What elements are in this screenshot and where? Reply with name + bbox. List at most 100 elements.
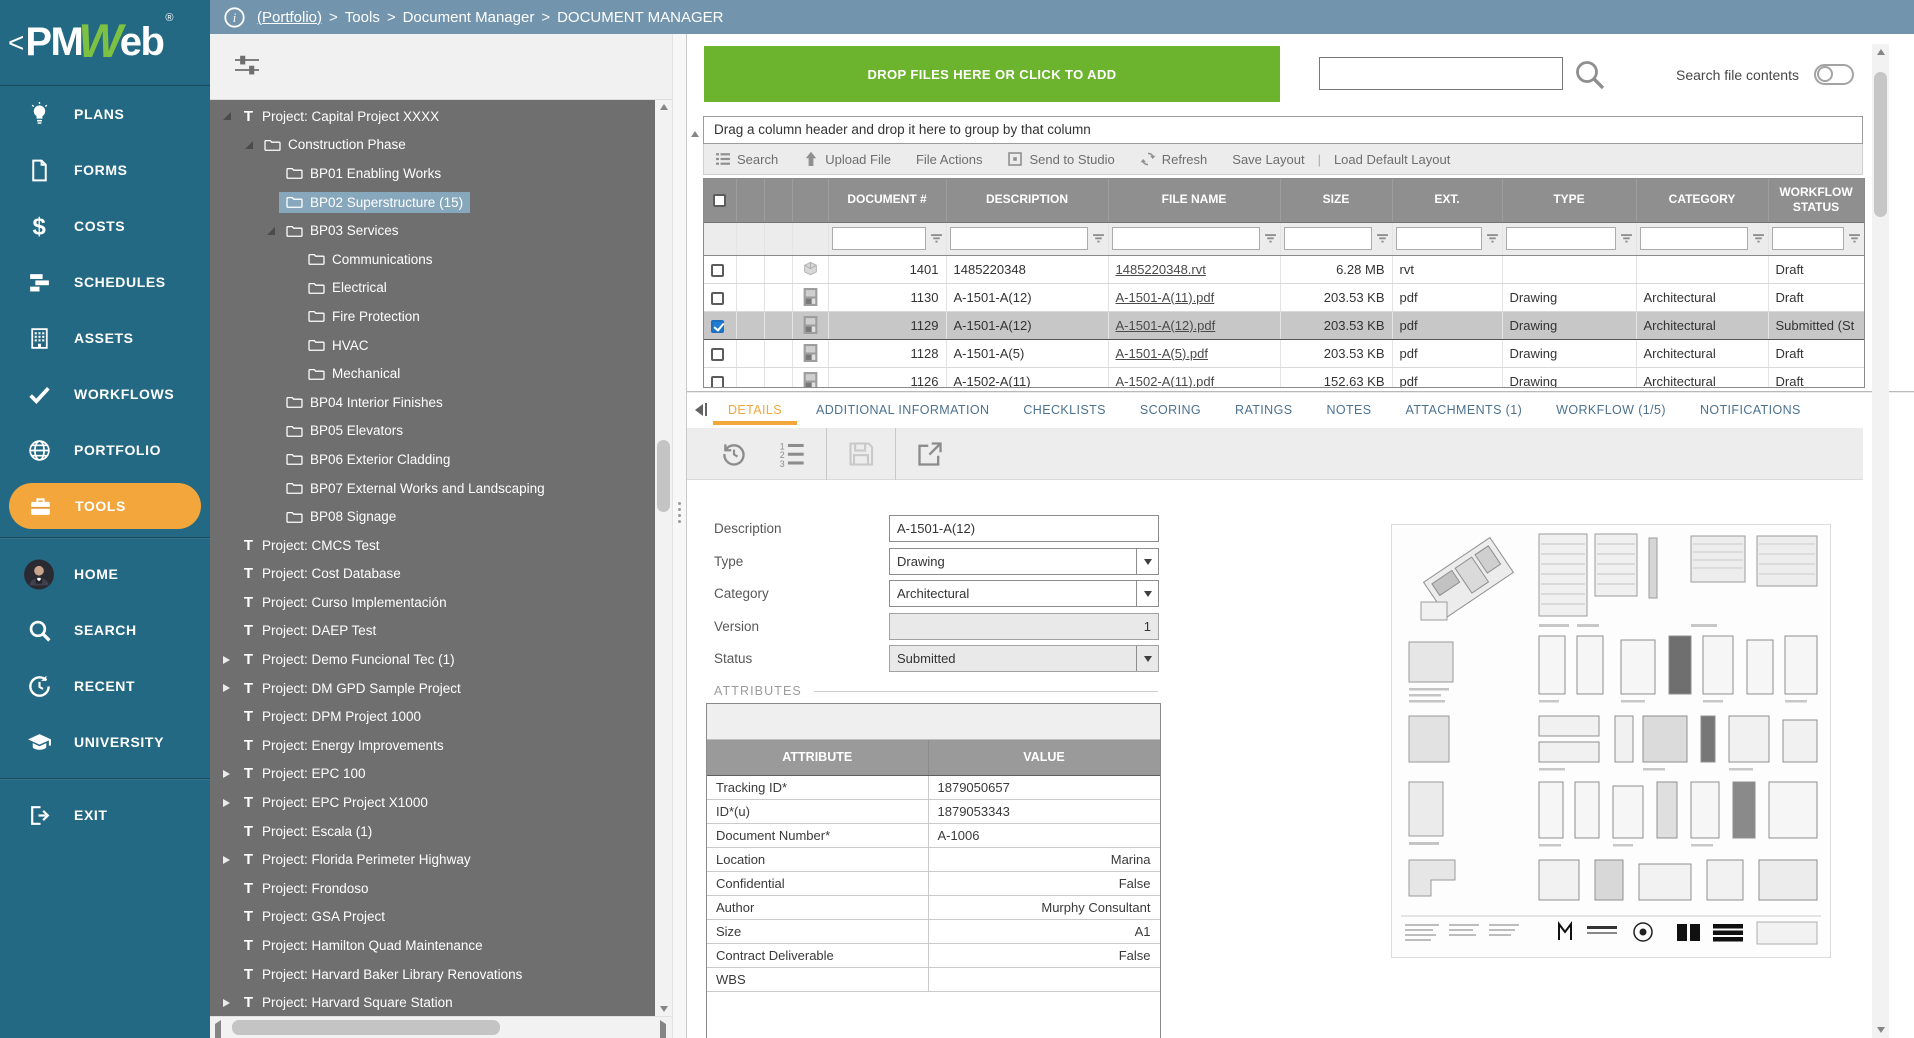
file-name-link[interactable]: A-1501-A(12).pdf bbox=[1116, 318, 1216, 333]
attribute-value[interactable]: Murphy Consultant bbox=[928, 895, 1160, 919]
tree-item-project-cmcs-test[interactable]: TProject: CMCS Test bbox=[210, 531, 655, 560]
toolbar-button-refresh[interactable]: Refresh bbox=[1140, 151, 1208, 167]
tree-item-project-epc-100[interactable]: TProject: EPC 100 bbox=[210, 760, 655, 789]
tab-ratings[interactable]: RATINGS bbox=[1218, 394, 1309, 425]
attribute-value[interactable]: A-1006 bbox=[928, 823, 1160, 847]
document-preview-image[interactable] bbox=[1391, 524, 1831, 958]
scroll-right-icon[interactable] bbox=[660, 1024, 666, 1038]
scroll-down-icon[interactable] bbox=[1872, 1027, 1889, 1033]
drop-files-button[interactable]: DROP FILES HERE OR CLICK TO ADD bbox=[704, 46, 1280, 102]
filter-input-type[interactable] bbox=[1506, 227, 1616, 250]
filter-input-ext[interactable] bbox=[1396, 227, 1482, 250]
file-name-link[interactable]: A-1502-A(11).pdf bbox=[1116, 374, 1215, 389]
tree-item-construction-phase[interactable]: Construction Phase bbox=[210, 131, 655, 160]
tree-vertical-scrollbar[interactable] bbox=[655, 100, 672, 1016]
filter-input-workflow-status[interactable] bbox=[1772, 227, 1844, 250]
tree-item-project-florida-perimeter-highway[interactable]: TProject: Florida Perimeter Highway bbox=[210, 845, 655, 874]
sidebar-item-plans[interactable]: PLANS bbox=[0, 86, 210, 142]
sidebar-item-home[interactable]: HOME bbox=[0, 546, 210, 602]
tree-item-mechanical[interactable]: Mechanical bbox=[210, 359, 655, 388]
search-contents-toggle[interactable] bbox=[1814, 64, 1854, 85]
tree-hscroll-thumb[interactable] bbox=[232, 1020, 500, 1035]
row-checkbox[interactable] bbox=[711, 320, 724, 333]
tree-item-project-demo-funcional-tec-1[interactable]: TProject: Demo Funcional Tec (1) bbox=[210, 645, 655, 674]
attribute-value[interactable]: A1 bbox=[928, 919, 1160, 943]
tab-attachments-1[interactable]: ATTACHMENTS (1) bbox=[1389, 394, 1540, 425]
pmweb-logo[interactable]: <PMWeb® bbox=[0, 0, 210, 86]
sidebar-item-university[interactable]: UNIVERSITY bbox=[0, 714, 210, 770]
select-all-checkbox[interactable] bbox=[713, 194, 726, 207]
expanded-arrow-icon[interactable] bbox=[218, 112, 235, 120]
breadcrumb-item-document-manager[interactable]: DOCUMENT MANAGER bbox=[557, 9, 723, 26]
tree-item-project-hamilton-quad-maintenance[interactable]: TProject: Hamilton Quad Maintenance bbox=[210, 931, 655, 960]
main-vscroll-thumb[interactable] bbox=[1874, 72, 1887, 217]
sidebar-collapse-chevron[interactable]: < bbox=[8, 27, 24, 59]
row-checkbox[interactable] bbox=[711, 376, 724, 388]
expanded-arrow-icon[interactable] bbox=[262, 227, 279, 235]
tree-item-project-dm-gpd-sample-project[interactable]: TProject: DM GPD Sample Project bbox=[210, 674, 655, 703]
column-header-description[interactable]: DESCRIPTION bbox=[946, 179, 1108, 222]
tree-item-project-escala-1[interactable]: TProject: Escala (1) bbox=[210, 817, 655, 846]
row-checkbox[interactable] bbox=[711, 292, 724, 305]
tree-item-fire-protection[interactable]: Fire Protection bbox=[210, 302, 655, 331]
column-header-ext[interactable]: EXT. bbox=[1392, 179, 1502, 222]
tree-item-project-cost-database[interactable]: TProject: Cost Database bbox=[210, 560, 655, 589]
chevron-down-icon[interactable] bbox=[1136, 646, 1158, 671]
tab-additional-information[interactable]: ADDITIONAL INFORMATION bbox=[799, 394, 1006, 425]
filter-input-category[interactable] bbox=[1640, 227, 1748, 250]
tree-item-bp03-services[interactable]: BP03 Services bbox=[210, 216, 655, 245]
scroll-left-icon[interactable] bbox=[215, 1024, 221, 1038]
row-checkbox[interactable] bbox=[711, 348, 724, 361]
tab-workflow-1-5[interactable]: WORKFLOW (1/5) bbox=[1539, 394, 1683, 425]
filter-input-document[interactable] bbox=[832, 227, 926, 250]
file-name-link[interactable]: A-1501-A(5).pdf bbox=[1116, 346, 1209, 361]
tab-scoring[interactable]: SCORING bbox=[1123, 394, 1218, 425]
splitter-handle[interactable] bbox=[678, 502, 681, 523]
tree-item-project-dpm-project-1000[interactable]: TProject: DPM Project 1000 bbox=[210, 702, 655, 731]
scroll-down-icon[interactable] bbox=[655, 1006, 672, 1012]
toolbar-button-upload-file[interactable]: Upload File bbox=[803, 151, 891, 167]
tree-item-bp06-exterior-cladding[interactable]: BP06 Exterior Cladding bbox=[210, 445, 655, 474]
version-history-icon[interactable] bbox=[705, 440, 763, 468]
tree-filter-sliders-icon[interactable] bbox=[232, 50, 262, 80]
tree-item-bp01-enabling-works[interactable]: BP01 Enabling Works bbox=[210, 159, 655, 188]
attribute-value[interactable] bbox=[928, 967, 1160, 991]
document-row-1401[interactable]: 140114852203481485220348.rvt6.28 MBrvtDr… bbox=[704, 255, 1864, 283]
group-by-bar[interactable]: Drag a column header and drop it here to… bbox=[703, 116, 1863, 144]
sidebar-item-tools[interactable]: TOOLS bbox=[9, 483, 201, 529]
column-header-workflow-status[interactable]: WORKFLOW STATUS bbox=[1768, 179, 1864, 222]
scroll-up-icon[interactable] bbox=[1872, 49, 1889, 55]
collapsed-arrow-icon[interactable] bbox=[218, 999, 235, 1007]
toolbar-button-file-actions[interactable]: File Actions bbox=[916, 152, 982, 167]
tree-item-bp05-elevators[interactable]: BP05 Elevators bbox=[210, 417, 655, 446]
column-header-document[interactable]: DOCUMENT # bbox=[828, 179, 946, 222]
tree-item-project-daep-test[interactable]: TProject: DAEP Test bbox=[210, 617, 655, 646]
collapsed-arrow-icon[interactable] bbox=[218, 684, 235, 692]
tree-item-project-gsa-project[interactable]: TProject: GSA Project bbox=[210, 903, 655, 932]
sidebar-item-recent[interactable]: RECENT bbox=[0, 658, 210, 714]
toolbar-button-save-layout[interactable]: Save Layout bbox=[1232, 152, 1304, 167]
collapsed-arrow-icon[interactable] bbox=[218, 656, 235, 664]
chevron-down-icon[interactable] bbox=[1136, 581, 1158, 606]
tree-item-project-frondoso[interactable]: TProject: Frondoso bbox=[210, 874, 655, 903]
column-header-category[interactable]: CATEGORY bbox=[1636, 179, 1768, 222]
sidebar-item-search[interactable]: SEARCH bbox=[0, 602, 210, 658]
tab-notifications[interactable]: NOTIFICATIONS bbox=[1683, 394, 1818, 425]
tab-notes[interactable]: NOTES bbox=[1309, 394, 1388, 425]
grid-scroll-up-icon[interactable] bbox=[691, 114, 699, 132]
tab-checklists[interactable]: CHECKLISTS bbox=[1006, 394, 1123, 425]
column-header-size[interactable]: SIZE bbox=[1280, 179, 1392, 222]
toolbar-button-search[interactable]: Search bbox=[715, 151, 778, 167]
filter-input-description[interactable] bbox=[950, 227, 1088, 250]
tree-item-bp07-external-works-and-landscaping[interactable]: BP07 External Works and Landscaping bbox=[210, 474, 655, 503]
sidebar-item-workflows[interactable]: WORKFLOWS bbox=[0, 366, 210, 422]
tree-item-bp08-signage[interactable]: BP08 Signage bbox=[210, 502, 655, 531]
breadcrumb-item-tools[interactable]: Tools bbox=[345, 9, 380, 26]
collapsed-arrow-icon[interactable] bbox=[218, 770, 235, 778]
tree-item-project-harvard-baker-library-renovations[interactable]: TProject: Harvard Baker Library Renovati… bbox=[210, 960, 655, 989]
column-header-type[interactable]: TYPE bbox=[1502, 179, 1636, 222]
file-name-link[interactable]: A-1501-A(11).pdf bbox=[1116, 290, 1215, 305]
attribute-value[interactable]: False bbox=[928, 943, 1160, 967]
column-header-file-name[interactable]: FILE NAME bbox=[1108, 179, 1280, 222]
tree-item-project-energy-improvements[interactable]: TProject: Energy Improvements bbox=[210, 731, 655, 760]
